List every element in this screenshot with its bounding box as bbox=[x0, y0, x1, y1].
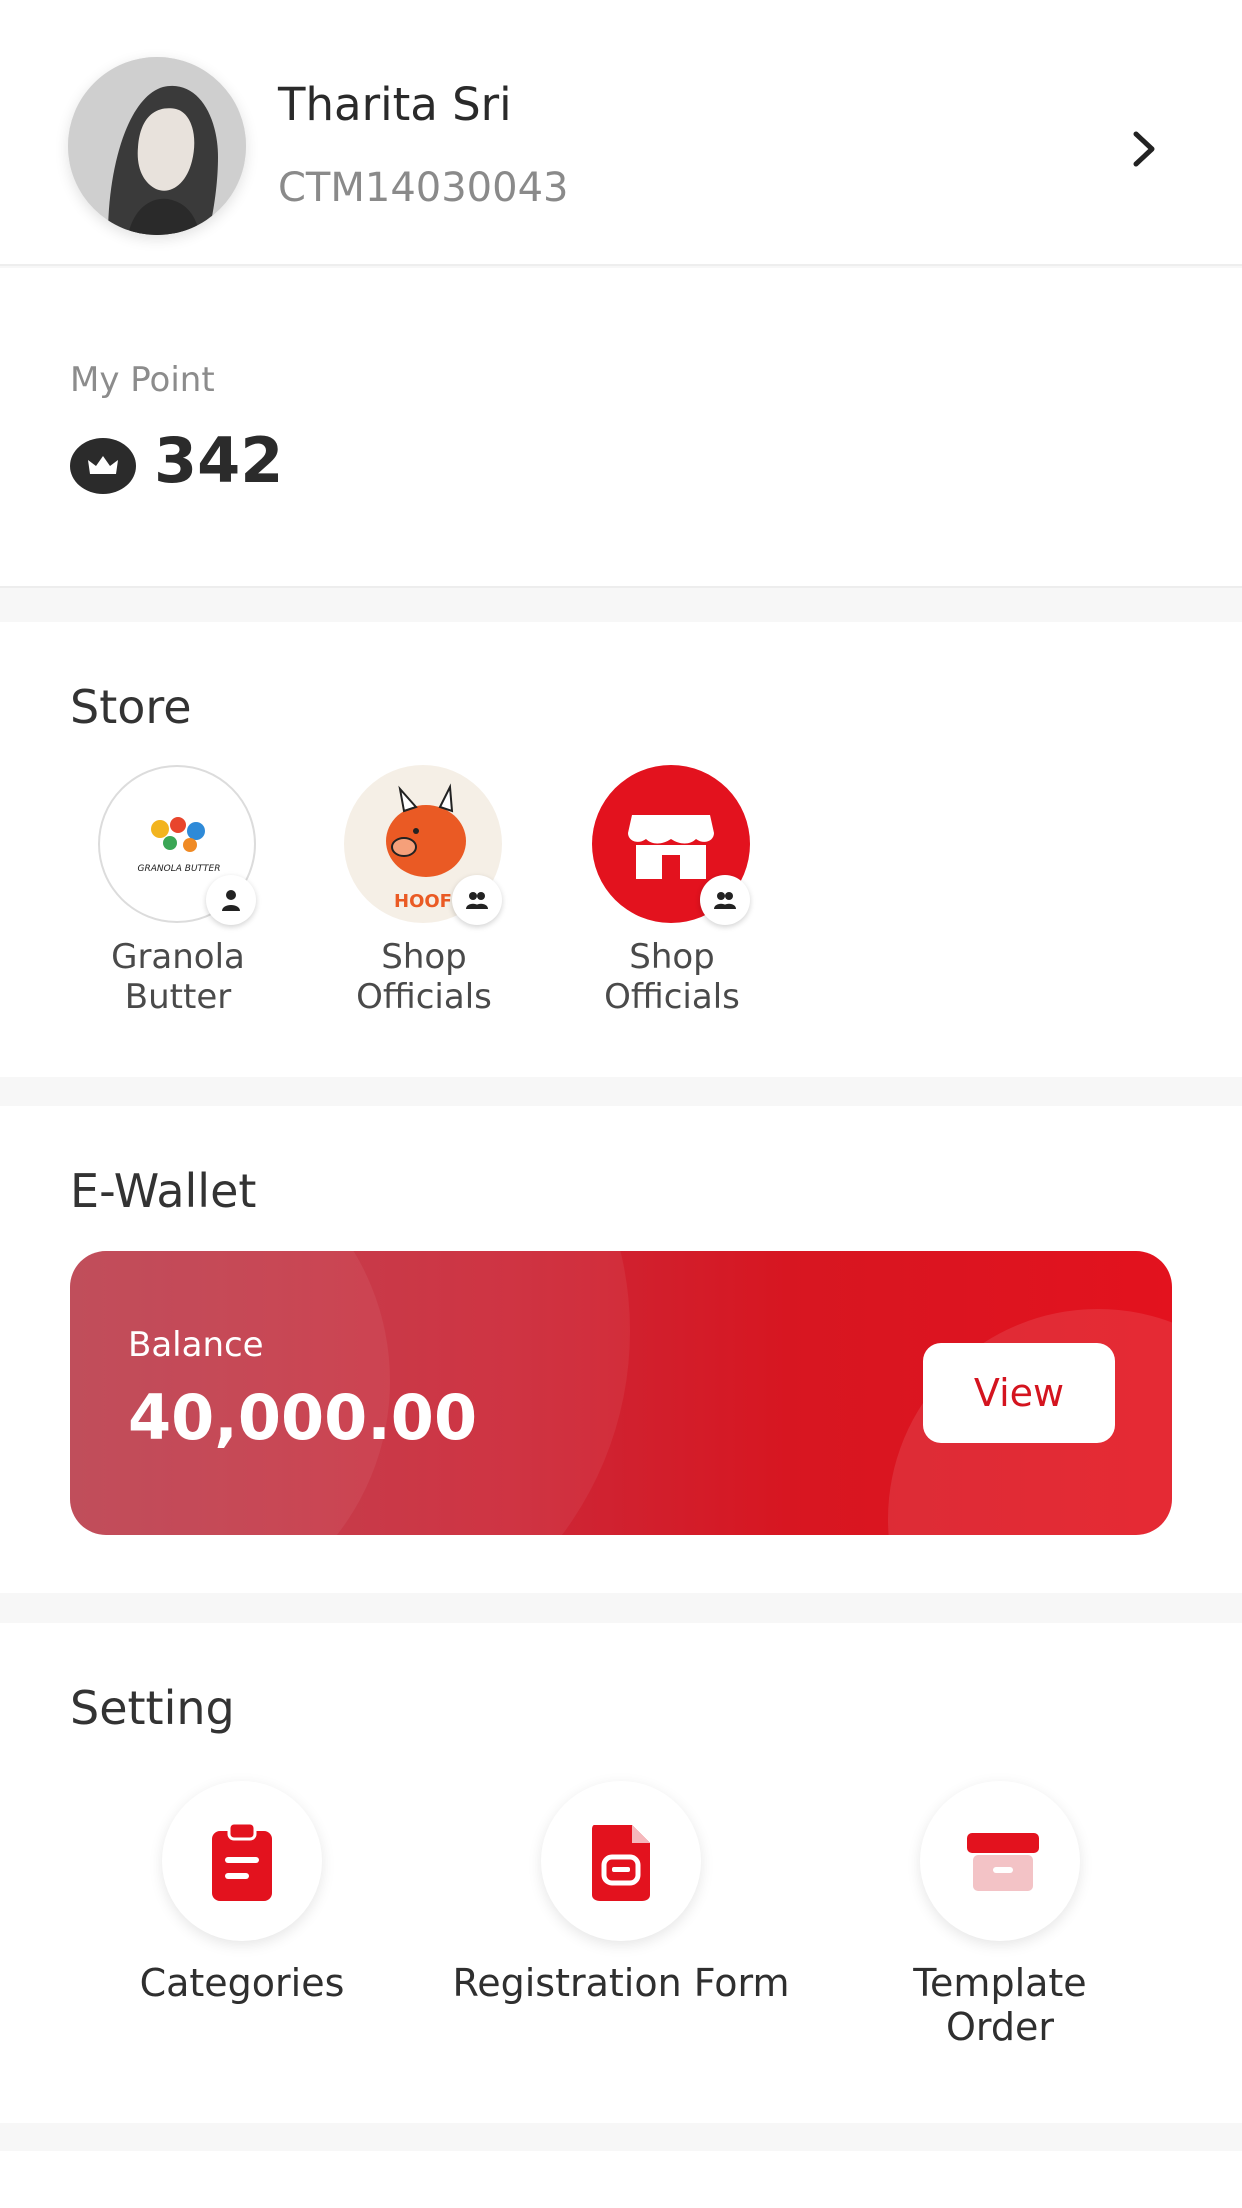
setting-label: Template Order bbox=[913, 1961, 1087, 2049]
point-label: My Point bbox=[70, 360, 215, 400]
bottom-section bbox=[0, 2151, 1242, 2208]
store-item-shop-officials[interactable]: Shop Officials bbox=[562, 765, 782, 1035]
crown-icon bbox=[70, 438, 136, 494]
wallet-card: Balance 40,000.00 View bbox=[70, 1251, 1172, 1535]
customer-id: CTM14030043 bbox=[278, 165, 569, 211]
setting-item-template-order[interactable]: Template Order bbox=[830, 1781, 1170, 2081]
archive-box-icon bbox=[920, 1781, 1080, 1941]
store-item-shop-officials-hoof[interactable]: HOOF Shop Officials bbox=[314, 765, 534, 1035]
logo-text: GRANOLA BUTTER bbox=[138, 864, 221, 874]
person-icon bbox=[206, 875, 256, 925]
balance-value: 40,000.00 bbox=[128, 1381, 478, 1454]
chevron-right-icon[interactable] bbox=[1128, 128, 1162, 170]
setting-section: Setting Categories Registration Form Tem… bbox=[0, 1623, 1242, 2123]
profile-name: Tharita Sri bbox=[278, 78, 512, 131]
points-section: My Point 342 bbox=[0, 268, 1242, 588]
group-icon bbox=[452, 875, 502, 925]
document-icon bbox=[541, 1781, 701, 1941]
setting-label: Categories bbox=[139, 1961, 345, 2005]
clipboard-icon bbox=[162, 1781, 322, 1941]
setting-item-categories[interactable]: Categories bbox=[72, 1781, 412, 2081]
view-button[interactable]: View bbox=[923, 1343, 1115, 1443]
setting-item-registration-form[interactable]: Registration Form bbox=[451, 1781, 791, 2081]
store-label: Shop Officials bbox=[604, 937, 740, 1017]
wallet-section: E-Wallet Balance 40,000.00 View bbox=[0, 1106, 1242, 1593]
avatar bbox=[68, 57, 246, 235]
wallet-title: E-Wallet bbox=[70, 1164, 257, 1218]
balance-label: Balance bbox=[128, 1325, 264, 1365]
setting-title: Setting bbox=[70, 1681, 235, 1735]
point-value: 342 bbox=[154, 424, 284, 497]
logo-text: HOOF bbox=[394, 891, 452, 912]
profile-header[interactable]: Tharita Sri CTM14030043 bbox=[0, 0, 1242, 266]
store-label: Granola Butter bbox=[111, 937, 245, 1017]
store-title: Store bbox=[70, 680, 192, 734]
store-section: Store GRANOLA BUTTER Granola Butter HOOF… bbox=[0, 622, 1242, 1077]
group-icon bbox=[700, 875, 750, 925]
setting-label: Registration Form bbox=[452, 1961, 790, 2005]
store-item-granola-butter[interactable]: GRANOLA BUTTER Granola Butter bbox=[68, 765, 288, 1035]
store-label: Shop Officials bbox=[356, 937, 492, 1017]
